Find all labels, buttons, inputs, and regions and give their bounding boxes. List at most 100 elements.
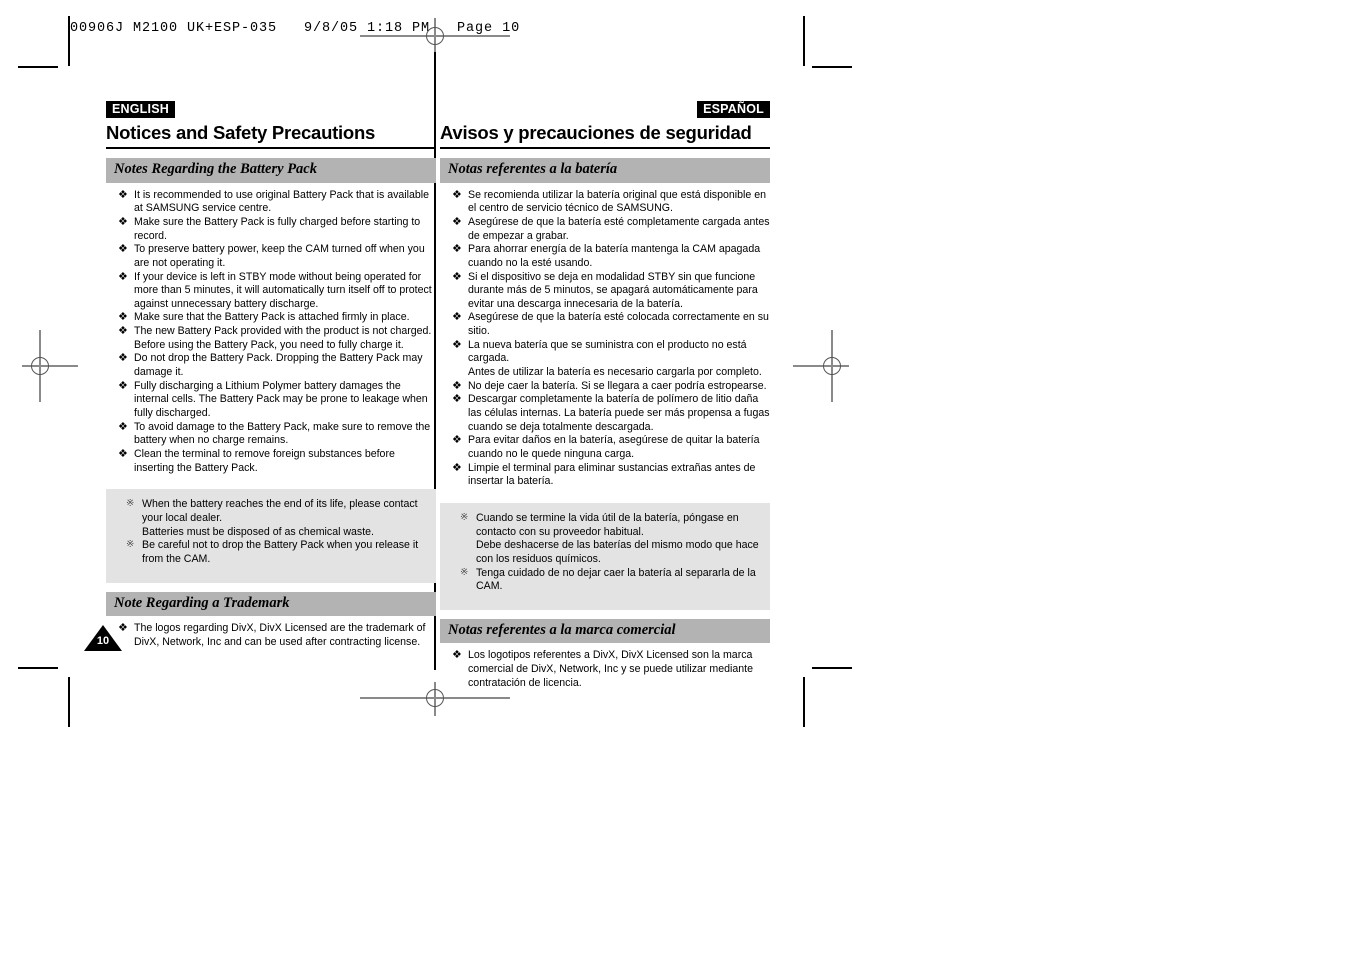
- bullet-icon: ❖: [452, 461, 462, 474]
- note-list-english: ※ When the battery reaches the end of its…: [106, 498, 426, 566]
- title-rule-english: [106, 147, 436, 150]
- note-item: ※ Be careful not to drop the Battery Pack…: [106, 539, 426, 566]
- bullet-icon: ❖: [118, 325, 128, 338]
- list-item-text: La nueva batería que se suministra con e…: [468, 338, 747, 365]
- bullet-list-battery-english: ❖ It is recommended to use original Batte…: [106, 189, 436, 476]
- section-heading-trademark-english: Note Regarding a Trademark: [106, 591, 436, 617]
- list-item: ❖ To preserve battery power, keep the CAM…: [106, 243, 436, 270]
- list-item-text: The logos regarding DivX, DivX Licensed …: [134, 622, 426, 648]
- asterisk-note-icon: ※: [460, 566, 469, 578]
- note-item-text: Cuando se termine la vida útil de la bat…: [476, 512, 739, 538]
- list-item-text: Limpie el terminal para eliminar sustanc…: [468, 461, 756, 488]
- list-item: ❖ If your device is left in STBY mode wit…: [106, 271, 436, 312]
- bullet-icon: ❖: [118, 311, 128, 324]
- bullet-icon: ❖: [452, 311, 462, 324]
- section-heading-battery-english: Notes Regarding the Battery Pack: [106, 158, 436, 183]
- list-item-text: Si el dispositivo se deja en modalidad S…: [468, 270, 758, 310]
- language-tag-english: ENGLISH: [106, 101, 175, 119]
- list-item-text: Para evitar daños en la batería, asegúre…: [468, 434, 760, 461]
- note-item-text: When the battery reaches the end of its …: [142, 498, 418, 525]
- note-list-spanish: ※ Cuando se termine la vida útil de la ba…: [440, 512, 760, 594]
- bullet-icon: ❖: [452, 393, 462, 406]
- bullet-icon: ❖: [118, 243, 128, 256]
- note-item-text: Be careful not to drop the Battery Pack …: [142, 539, 419, 565]
- list-item-text: Asegúrese de que la batería esté colocad…: [468, 311, 769, 338]
- note-item-continuation: Batteries must be disposed of as chemica…: [142, 525, 374, 538]
- list-item: ❖ The new Battery Pack provided with the …: [106, 325, 436, 352]
- list-item-text: Los logotipos referentes a DivX, DivX Li…: [468, 649, 753, 689]
- bullet-list-trademark-spanish: ❖ Los logotipos referentes a DivX, DivX L…: [440, 649, 770, 690]
- column-spanish: ESPAÑOL Avisos y precauciones de segurid…: [440, 100, 770, 690]
- note-item: ※ When the battery reaches the end of its…: [106, 498, 426, 539]
- bullet-icon: ❖: [118, 215, 128, 228]
- list-item-text: It is recommended to use original Batter…: [134, 188, 430, 215]
- list-item-text: Fully discharging a Lithium Polymer batt…: [134, 379, 428, 420]
- list-item: ❖ The logos regarding DivX, DivX Licensed…: [106, 622, 436, 649]
- language-tag-row-english: ENGLISH: [106, 100, 436, 119]
- note-box-spanish: ※ Cuando se termine la vida útil de la ba…: [440, 503, 770, 610]
- note-item-text: Tenga cuidado de no dejar caer la baterí…: [476, 566, 756, 593]
- list-item-text: If your device is left in STBY mode with…: [134, 270, 432, 310]
- list-item: ❖ Para ahorrar energía de la batería mant…: [440, 243, 770, 270]
- section-heading-trademark-spanish: Notas referentes a la marca comercial: [440, 618, 770, 644]
- asterisk-note-icon: ※: [126, 498, 135, 510]
- list-item-text: No deje caer la batería. Si se llegara a…: [468, 379, 767, 392]
- list-item: ❖ Make sure that the Battery Pack is atta…: [106, 311, 436, 325]
- document-page: ENGLISH Notices and Safety Precautions N…: [0, 0, 1351, 954]
- list-item-text: Clean the terminal to remove foreign sub…: [134, 448, 395, 474]
- list-item: ❖ Asegúrese de que la batería esté coloca…: [440, 311, 770, 338]
- language-tag-row-spanish: ESPAÑOL: [440, 100, 770, 119]
- bullet-icon: ❖: [118, 420, 128, 433]
- note-item-continuation: Debe deshacerse de las baterías del mism…: [476, 539, 759, 565]
- bullet-icon: ❖: [452, 379, 462, 392]
- language-tag-spanish: ESPAÑOL: [697, 101, 770, 119]
- note-item: ※ Cuando se termine la vida útil de la ba…: [440, 512, 760, 567]
- list-item: ❖ Make sure the Battery Pack is fully cha…: [106, 216, 436, 243]
- list-item-text: To avoid damage to the Battery Pack, mak…: [134, 420, 431, 447]
- bullet-icon: ❖: [118, 379, 128, 392]
- bullet-icon: ❖: [452, 270, 462, 283]
- list-item-text: Do not drop the Battery Pack. Dropping t…: [134, 352, 423, 379]
- bullet-icon: ❖: [452, 649, 462, 662]
- list-item: ❖ Se recomienda utilizar la batería origi…: [440, 189, 770, 216]
- bullet-icon: ❖: [118, 352, 128, 365]
- list-item-text: Descargar completamente la batería de po…: [468, 393, 770, 433]
- page-title-spanish: Avisos y precauciones de seguridad: [440, 122, 752, 143]
- bullet-icon: ❖: [452, 434, 462, 447]
- column-english: ENGLISH Notices and Safety Precautions N…: [106, 100, 436, 649]
- list-item-text: Asegúrese de que la batería esté complet…: [468, 215, 770, 242]
- list-item: ❖ Do not drop the Battery Pack. Dropping …: [106, 352, 436, 379]
- list-item: ❖ La nueva batería que se suministra con …: [440, 339, 770, 380]
- bullet-list-battery-spanish: ❖ Se recomienda utilizar la batería origi…: [440, 189, 770, 489]
- bullet-icon: ❖: [452, 188, 462, 201]
- list-item: ❖ Los logotipos referentes a DivX, DivX L…: [440, 649, 770, 690]
- bullet-icon: ❖: [452, 338, 462, 351]
- list-item-text: To preserve battery power, keep the CAM …: [134, 243, 425, 269]
- asterisk-note-icon: ※: [126, 539, 135, 551]
- list-item: ❖ Asegúrese de que la batería esté comple…: [440, 216, 770, 243]
- list-item: ❖ Clean the terminal to remove foreign su…: [106, 448, 436, 475]
- title-rule-spanish: [440, 147, 770, 150]
- bullet-list-trademark-english: ❖ The logos regarding DivX, DivX Licensed…: [106, 622, 436, 649]
- bullet-icon: ❖: [118, 448, 128, 461]
- list-item-text: Para ahorrar energía de la batería mante…: [468, 243, 761, 269]
- asterisk-note-icon: ※: [460, 512, 469, 524]
- note-item: ※ Tenga cuidado de no dejar caer la bater…: [440, 567, 760, 594]
- bullet-icon: ❖: [452, 243, 462, 256]
- bullet-icon: ❖: [118, 188, 128, 201]
- list-item-text: Make sure that the Battery Pack is attac…: [134, 311, 410, 324]
- list-item: ❖ No deje caer la batería. Si se llegara …: [440, 380, 770, 394]
- list-item: ❖ Descargar completamente la batería de p…: [440, 393, 770, 434]
- list-item: ❖ Para evitar daños en la batería, asegúr…: [440, 434, 770, 461]
- bullet-icon: ❖: [452, 215, 462, 228]
- page-number-label: 10: [96, 635, 110, 647]
- list-item: ❖ Fully discharging a Lithium Polymer bat…: [106, 380, 436, 421]
- list-item: ❖ Si el dispositivo se deja en modalidad …: [440, 271, 770, 312]
- note-box-english: ※ When the battery reaches the end of its…: [106, 489, 436, 583]
- bullet-icon: ❖: [118, 270, 128, 283]
- list-item: ❖ It is recommended to use original Batte…: [106, 189, 436, 216]
- list-item: ❖ Limpie el terminal para eliminar sustan…: [440, 462, 770, 489]
- section-heading-battery-spanish: Notas referentes a la batería: [440, 158, 770, 183]
- list-item-continuation: Antes de utilizar la batería es necesari…: [468, 366, 762, 379]
- page-title-english: Notices and Safety Precautions: [106, 122, 376, 143]
